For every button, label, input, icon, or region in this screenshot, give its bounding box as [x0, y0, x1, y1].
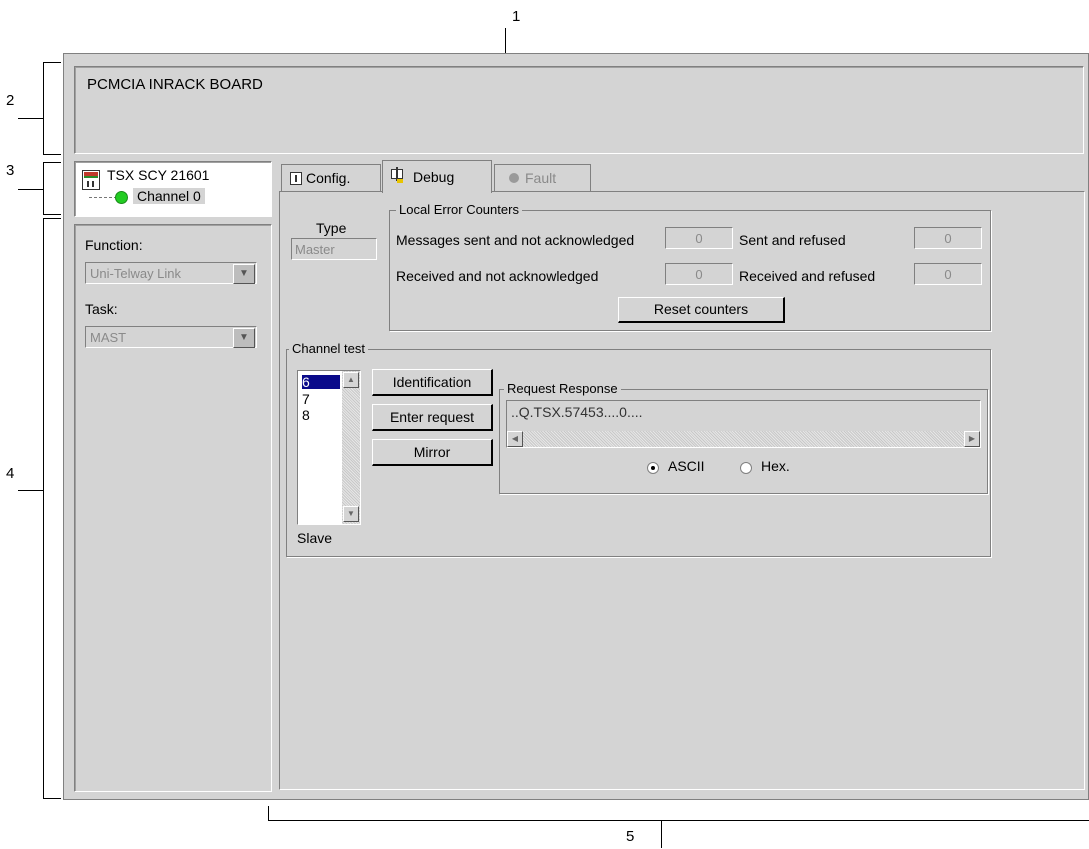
- channel-test-title: Channel test: [289, 341, 368, 356]
- debug-icon: [391, 167, 405, 183]
- module-name: TSX SCY 21601: [107, 167, 210, 183]
- request-response-title: Request Response: [504, 381, 621, 396]
- task-value: MAST: [90, 330, 127, 345]
- module-header-panel: PCMCIA INRACK BOARD: [74, 66, 1084, 154]
- tab-fault[interactable]: Fault: [494, 164, 591, 192]
- callout-2-bracket-bottom: [43, 154, 61, 155]
- sent-refused-value: 0: [914, 227, 982, 249]
- callout-4: 4: [6, 465, 15, 482]
- function-value: Uni-Telway Link: [90, 266, 182, 281]
- callout-4-bracket: [43, 218, 44, 799]
- fault-icon: [509, 173, 519, 183]
- callout-2-leader: [18, 118, 44, 119]
- callout-2-bracket-top: [43, 62, 61, 63]
- callout-3-bracket-bottom: [43, 214, 61, 215]
- callout-2-bracket: [43, 62, 44, 155]
- tab-config-label: Config.: [306, 170, 351, 186]
- function-select[interactable]: Uni-Telway Link ▼: [85, 262, 257, 284]
- callout-3-leader: [18, 189, 44, 190]
- response-display: ..Q.TSX.57453....0.... ◀ ▶: [506, 400, 981, 448]
- debug-tab-panel: Type Master Local Error Counters Message…: [279, 191, 1085, 790]
- slave-item[interactable]: 7: [302, 391, 310, 407]
- function-label: Function:: [85, 237, 143, 253]
- channel-test-group: Channel test 6 7 8 ▲ ▼ Slave Identificat…: [286, 341, 991, 557]
- hex-label: Hex.: [761, 458, 790, 474]
- slave-item[interactable]: 8: [302, 407, 310, 423]
- task-label: Task:: [85, 301, 118, 317]
- module-icon: [82, 170, 100, 190]
- scroll-down-icon[interactable]: ▼: [343, 506, 359, 522]
- callout-1: 1: [512, 8, 521, 25]
- scroll-up-icon[interactable]: ▲: [343, 372, 359, 388]
- callout-5: 5: [626, 828, 635, 845]
- mirror-button[interactable]: Mirror: [372, 439, 493, 466]
- slave-label: Slave: [297, 530, 333, 546]
- callout-4-leader: [18, 490, 44, 491]
- msg-sent-value: 0: [665, 227, 733, 249]
- enter-request-button[interactable]: Enter request: [372, 404, 493, 431]
- local-error-counters-group: Local Error Counters Messages sent and n…: [389, 202, 991, 331]
- ascii-label: ASCII: [668, 458, 705, 474]
- received-refused-value: 0: [914, 263, 982, 285]
- channel-link-line: [89, 197, 117, 199]
- identification-button[interactable]: Identification: [372, 369, 493, 396]
- reset-counters-button[interactable]: Reset counters: [618, 297, 785, 323]
- tab-debug[interactable]: Debug: [382, 160, 492, 193]
- callout-5-bracket-left: [268, 806, 269, 821]
- callout-3: 3: [6, 162, 15, 179]
- task-select[interactable]: MAST ▼: [85, 326, 257, 348]
- type-label: Type: [316, 220, 347, 236]
- msg-sent-label: Messages sent and not acknowledged: [396, 232, 635, 248]
- hex-radio[interactable]: [740, 462, 752, 474]
- config-icon: [290, 172, 302, 185]
- tab-config[interactable]: Config.: [281, 164, 381, 192]
- scroll-left-icon[interactable]: ◀: [507, 431, 523, 447]
- callout-3-bracket-top: [43, 162, 61, 163]
- callout-3-bracket: [43, 162, 44, 215]
- callout-4-bracket-top: [43, 218, 61, 219]
- config-window: PCMCIA INRACK BOARD TSX SCY 21601 Channe…: [63, 53, 1089, 800]
- ascii-radio[interactable]: [647, 462, 659, 474]
- received-label: Received and not acknowledged: [396, 268, 599, 284]
- slave-item-selected[interactable]: 6: [302, 375, 340, 389]
- received-refused-label: Received and refused: [739, 268, 876, 284]
- response-text: ..Q.TSX.57453....0....: [511, 404, 643, 420]
- tab-fault-label: Fault: [525, 170, 557, 186]
- response-hscrollbar[interactable]: ◀ ▶: [507, 431, 980, 447]
- function-panel: Function: Uni-Telway Link ▼ Task: MAST ▼: [74, 224, 272, 792]
- callout-2: 2: [6, 92, 15, 109]
- channel-item[interactable]: Channel 0: [133, 188, 205, 204]
- sent-refused-label: Sent and refused: [739, 232, 846, 248]
- slave-list[interactable]: 6 7 8 ▲ ▼: [297, 370, 361, 525]
- tab-debug-label: Debug: [413, 169, 455, 185]
- channel-status-icon: [115, 191, 128, 204]
- local-error-counters-title: Local Error Counters: [396, 202, 522, 217]
- chevron-down-icon[interactable]: ▼: [233, 264, 255, 284]
- callout-5-leader: [661, 820, 662, 848]
- callout-4-bracket-bottom: [43, 798, 61, 799]
- request-response-group: Request Response ..Q.TSX.57453....0.... …: [499, 381, 988, 494]
- received-value: 0: [665, 263, 733, 285]
- chevron-down-icon[interactable]: ▼: [233, 328, 255, 348]
- scroll-right-icon[interactable]: ▶: [964, 431, 980, 447]
- callout-5-bracket: [268, 820, 1089, 821]
- slave-list-scrollbar[interactable]: ▲ ▼: [342, 371, 360, 524]
- page-title: PCMCIA INRACK BOARD: [87, 76, 263, 93]
- channel-selector[interactable]: TSX SCY 21601 Channel 0: [74, 161, 272, 217]
- type-field: Master: [291, 238, 377, 260]
